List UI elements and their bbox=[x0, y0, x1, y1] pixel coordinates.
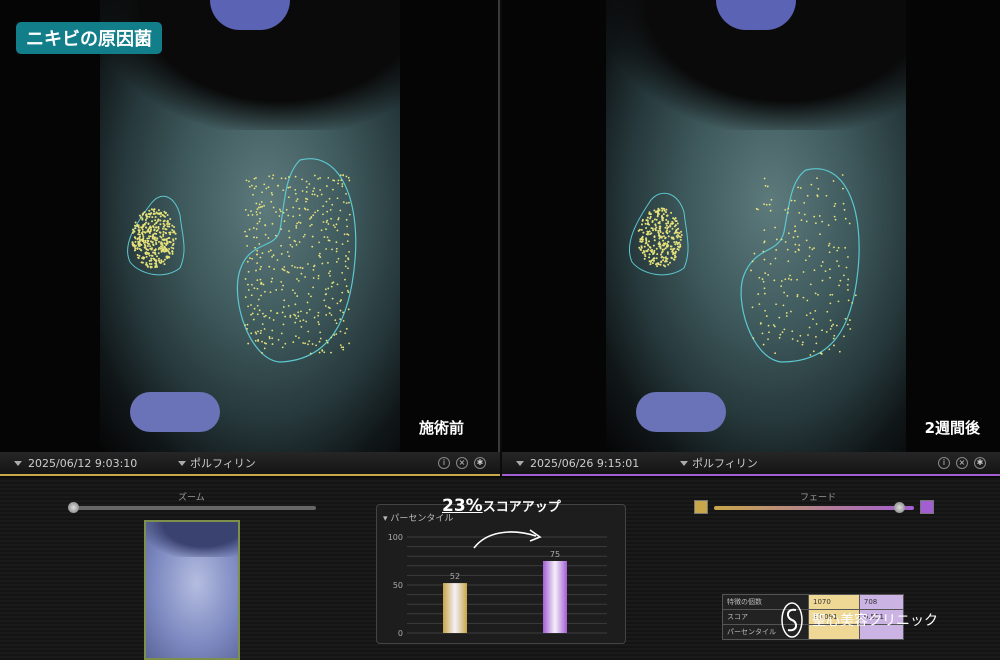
after-toolbar: 2025/06/26 9:15:01 ポルフィリン i × ✱ bbox=[502, 452, 1000, 476]
app-title: ニキビの原因菌 bbox=[16, 22, 162, 54]
fade-slider-handle[interactable] bbox=[894, 502, 905, 513]
stage-label-before: 施術前 bbox=[418, 419, 464, 437]
before-toolbar: 2025/06/12 9:03:10 ポルフィリン i × ✱ bbox=[0, 452, 500, 476]
zoom-label: ズーム bbox=[178, 493, 205, 503]
clinic-logo-mark-icon bbox=[781, 602, 803, 638]
score-up-arrow-icon bbox=[473, 529, 542, 549]
score-up-percent: 23% bbox=[442, 496, 483, 516]
clinic-name: 聖心美容クリニック bbox=[812, 613, 938, 629]
score-up-text: スコアアップ bbox=[482, 500, 561, 515]
clinic-logo: 聖心美容クリニック bbox=[778, 600, 938, 640]
zoom-slider[interactable] bbox=[70, 506, 316, 510]
before-image-panel[interactable]: ニキビの原因菌 施術前 bbox=[0, 0, 500, 452]
zoom-thumbnail[interactable] bbox=[144, 520, 240, 660]
capture-date[interactable]: 2025/06/26 9:15:01 bbox=[530, 457, 680, 470]
info-icon[interactable]: i bbox=[438, 457, 450, 469]
before-face-photo bbox=[100, 0, 400, 452]
info-icon[interactable]: i bbox=[938, 457, 950, 469]
settings-icon[interactable]: ✱ bbox=[974, 457, 986, 469]
analysis-mode-select[interactable]: ポルフィリン bbox=[190, 455, 438, 471]
fade-before-swatch[interactable] bbox=[694, 500, 708, 514]
stage-label-after: 2週間後 bbox=[924, 419, 980, 437]
zoom-slider-handle[interactable] bbox=[68, 502, 79, 513]
bar-value-label: 75 bbox=[550, 550, 560, 559]
porphyrin-overlay bbox=[628, 168, 860, 363]
date-dropdown-arrow-icon[interactable] bbox=[14, 460, 22, 466]
porphyrin-overlay bbox=[127, 158, 357, 363]
fade-after-swatch[interactable] bbox=[920, 500, 934, 514]
bar-1 bbox=[543, 561, 567, 633]
y-tick-label: 100 bbox=[388, 533, 403, 542]
mode-dropdown-arrow-icon[interactable] bbox=[178, 460, 186, 466]
bar-value-label: 52 bbox=[450, 572, 460, 581]
score-up-callout: 23%スコアアップ bbox=[442, 496, 561, 516]
after-face-photo bbox=[606, 0, 906, 452]
analysis-mode-select[interactable]: ポルフィリン bbox=[692, 455, 938, 471]
percentile-chart-panel: ▾ パーセンタイル 0 50 100 52 75 bbox=[376, 504, 626, 644]
fade-label: フェード bbox=[800, 493, 837, 503]
mode-dropdown-arrow-icon[interactable] bbox=[680, 460, 688, 466]
settings-icon[interactable]: ✱ bbox=[474, 457, 486, 469]
bar-0 bbox=[443, 583, 467, 633]
capture-date[interactable]: 2025/06/12 9:03:10 bbox=[28, 457, 178, 470]
fade-slider[interactable] bbox=[714, 506, 914, 510]
y-tick-label: 0 bbox=[398, 629, 403, 638]
close-icon[interactable]: × bbox=[456, 457, 468, 469]
date-dropdown-arrow-icon[interactable] bbox=[516, 460, 524, 466]
after-image-panel[interactable]: 2週間後 bbox=[502, 0, 1000, 452]
y-tick-label: 50 bbox=[393, 581, 403, 590]
close-icon[interactable]: × bbox=[956, 457, 968, 469]
